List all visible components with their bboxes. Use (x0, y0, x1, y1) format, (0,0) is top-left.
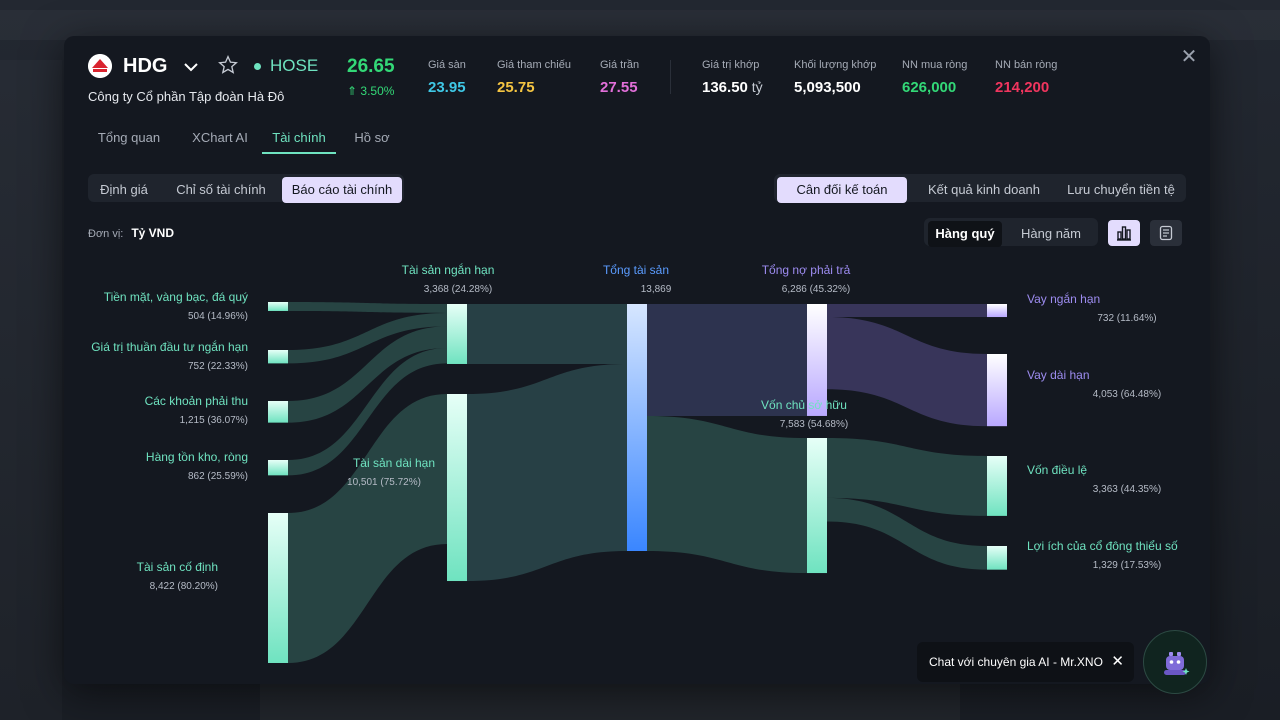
sankey-link-fixed-lt (288, 394, 447, 663)
sankey-node-cur[interactable] (447, 304, 467, 364)
sankey-label-cur: Tài sản ngắn hạn (402, 262, 495, 277)
sankey-label-fixed: Tài sản cố định (137, 560, 218, 574)
sankey-label-total: Tổng tài sản (603, 263, 669, 277)
sankey-node-minor[interactable] (987, 546, 1007, 570)
chat-label: Chat với chuyên gia AI - Mr.XNO (929, 655, 1103, 669)
sankey-value-stinv: 752 (22.33%) (188, 361, 248, 372)
sankey-value-fixed: 8,422 (80.20%) (150, 581, 218, 592)
sankey-node-lt[interactable] (447, 394, 467, 582)
sankey-label-inv: Hàng tồn kho, ròng (146, 450, 248, 464)
sankey-label-recv: Các khoản phải thu (145, 394, 248, 408)
close-icon[interactable]: ✕ (1111, 652, 1124, 670)
sankey-label-minor: Lợi ích của cổ đông thiểu số (1027, 539, 1178, 553)
sankey-node-fixed[interactable] (268, 513, 288, 663)
sankey-value-inv: 862 (25.59%) (188, 471, 248, 482)
sankey-value-minor: 1,329 (17.53%) (1093, 560, 1161, 571)
sankey-node-cash[interactable] (268, 302, 288, 311)
sankey-node-inv[interactable] (268, 460, 288, 476)
sankey-link-lt-total (467, 363, 627, 582)
sankey-label-ltloan: Vay dài hạn (1027, 368, 1090, 382)
sankey-value-total: 13,869 (641, 284, 672, 295)
sankey-label-cash: Tiền mặt, vàng bạc, đá quý (104, 290, 248, 304)
sankey-node-recv[interactable] (268, 401, 288, 423)
ai-chat-prompt[interactable]: Chat với chuyên gia AI - Mr.XNO ✕ (917, 642, 1134, 682)
ai-assistant-button[interactable] (1143, 630, 1207, 694)
sankey-node-total[interactable] (627, 304, 647, 551)
sankey-label-lt: Tài sản dài hạn (353, 456, 435, 470)
sankey-label-liab: Tổng nợ phải trả (762, 263, 851, 277)
sankey-value-cur: 3,368 (24.28%) (424, 284, 492, 295)
sankey-node-ltloan[interactable] (987, 354, 1007, 427)
sankey-value-cash: 504 (14.96%) (188, 311, 248, 322)
sankey-value-lt: 10,501 (75.72%) (347, 477, 421, 488)
sankey-value-eq: 7,583 (54.68%) (780, 419, 848, 430)
robot-icon (1164, 652, 1190, 675)
sankey-link-cur-total (467, 304, 627, 364)
sankey-value-stloan: 732 (11.64%) (1097, 313, 1156, 324)
sankey-label-stinv: Giá trị thuần đầu tư ngắn hạn (91, 339, 248, 354)
sankey-link-liab-stloan (827, 304, 987, 318)
sankey-link-total-eq (647, 415, 807, 574)
sankey-label-charter: Vốn điều lệ (1027, 463, 1087, 477)
sankey-node-charter[interactable] (987, 456, 1007, 516)
sankey-node-eq[interactable] (807, 438, 827, 574)
sankey-value-ltloan: 4,053 (64.48%) (1093, 389, 1161, 400)
background-sidebar (0, 60, 62, 720)
stock-detail-modal: ✕ HDG HOSE Công ty Cổ phần Tập đoàn Hà Đ… (64, 36, 1210, 684)
sankey-link-liab-ltloan (827, 317, 987, 427)
sankey-value-charter: 3,363 (44.35%) (1093, 484, 1161, 495)
sankey-value-recv: 1,215 (36.07%) (180, 415, 248, 426)
sankey-node-stloan[interactable] (987, 304, 1007, 318)
sankey-value-liab: 6,286 (45.32%) (782, 284, 850, 295)
background-footer (260, 684, 960, 720)
sankey-label-eq: Vốn chủ sở hữu (761, 398, 847, 412)
sankey-label-stloan: Vay ngắn hạn (1027, 291, 1100, 306)
sankey-link-cash-cur (288, 302, 447, 313)
sankey-node-stinv[interactable] (268, 350, 288, 364)
balance-sheet-sankey: Tiền mặt, vàng bạc, đá quý 504 (14.96%) Gi… (91, 262, 1178, 663)
